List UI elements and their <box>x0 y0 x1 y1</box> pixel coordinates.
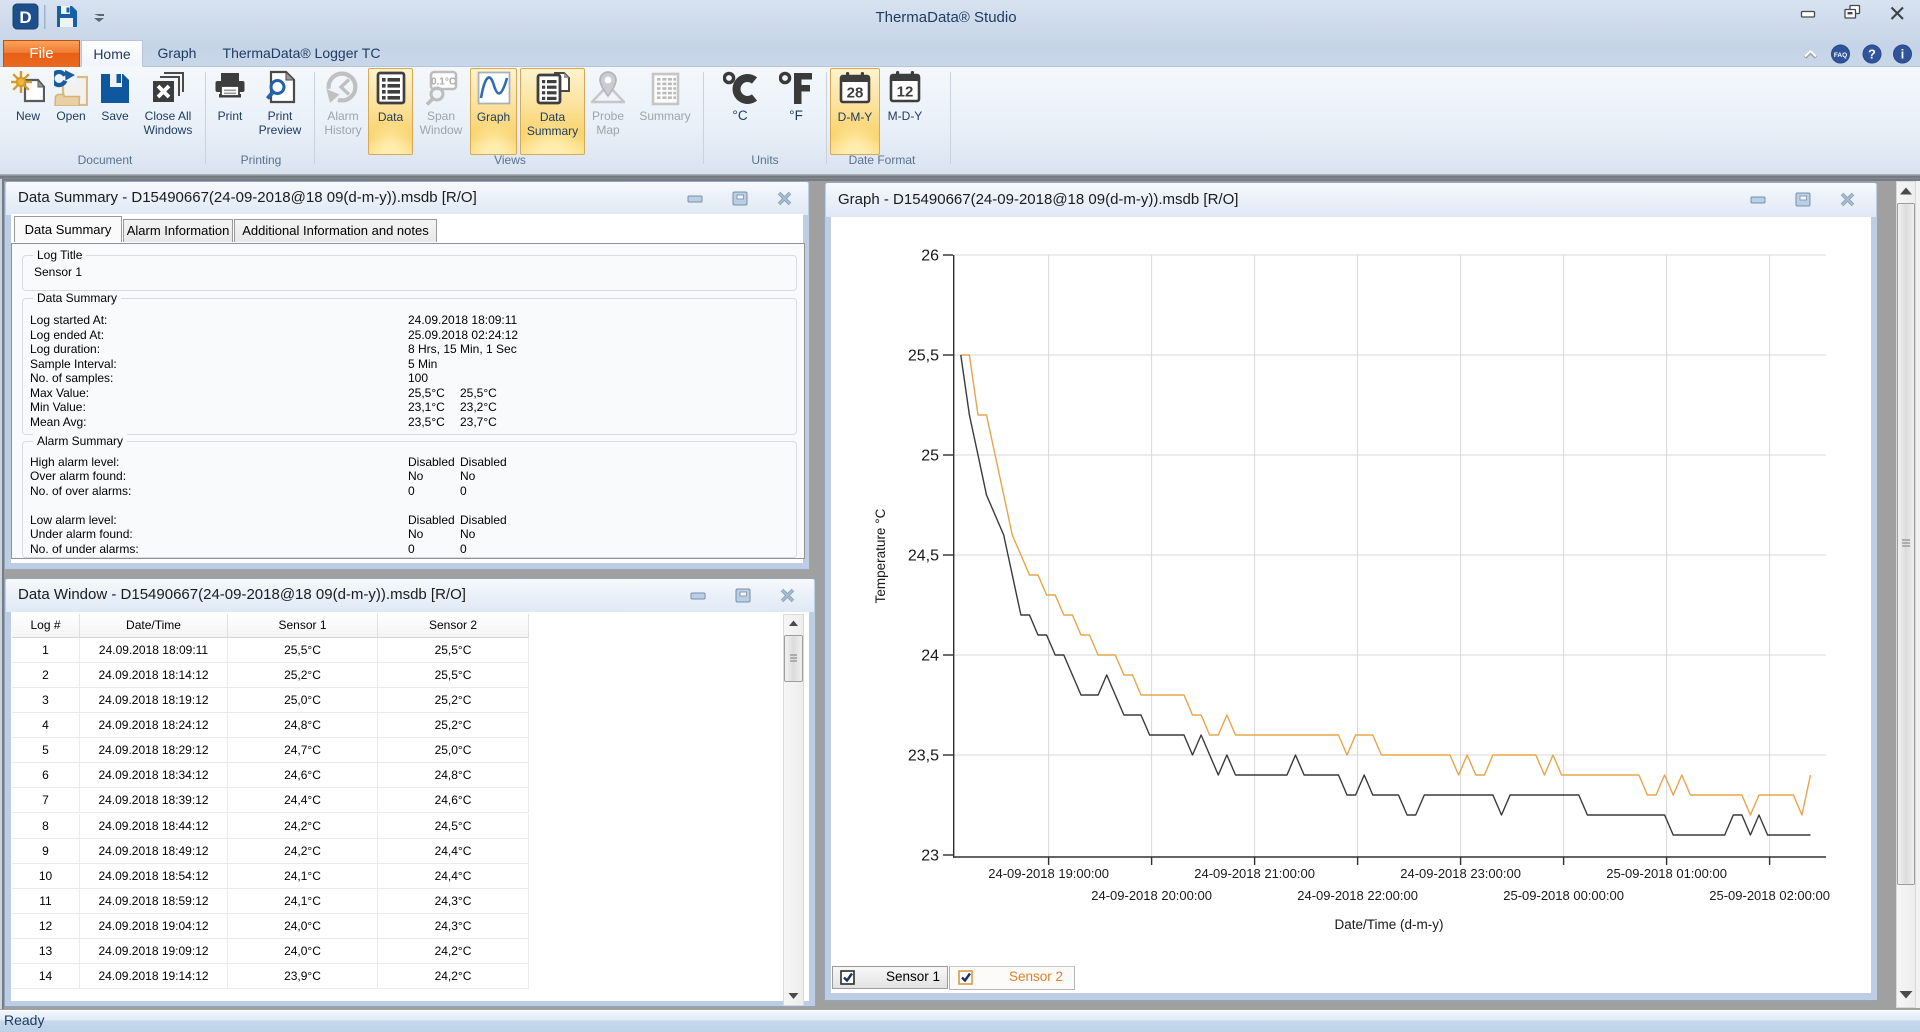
svg-text:26: 26 <box>921 248 939 265</box>
svg-text:24,5: 24,5 <box>908 548 939 565</box>
svg-text:25,5: 25,5 <box>908 348 939 365</box>
svg-text:23: 23 <box>921 848 939 865</box>
svg-text:D: D <box>19 8 31 27</box>
svg-text:24-09-2018 21:00:00: 24-09-2018 21:00:00 <box>1194 866 1315 881</box>
svg-text:i: i <box>1901 48 1904 62</box>
svg-text:0.1°C: 0.1°C <box>431 77 456 88</box>
svg-text:25-09-2018 00:00:00: 25-09-2018 00:00:00 <box>1503 888 1624 903</box>
svg-text:?: ? <box>1868 48 1876 62</box>
svg-text:24: 24 <box>921 648 939 665</box>
svg-text:25-09-2018 02:00:00: 25-09-2018 02:00:00 <box>1709 888 1830 903</box>
svg-text:24-09-2018 23:00:00: 24-09-2018 23:00:00 <box>1400 866 1521 881</box>
svg-text:24-09-2018 22:00:00: 24-09-2018 22:00:00 <box>1297 888 1418 903</box>
svg-text:12: 12 <box>897 84 914 101</box>
svg-text:25: 25 <box>921 448 939 465</box>
svg-text:23,5: 23,5 <box>908 748 939 765</box>
svg-text:FAQ: FAQ <box>1834 52 1847 59</box>
svg-text:25-09-2018 01:00:00: 25-09-2018 01:00:00 <box>1606 866 1727 881</box>
svg-text:Temperature °C: Temperature °C <box>873 508 888 603</box>
svg-text:24-09-2018 20:00:00: 24-09-2018 20:00:00 <box>1091 888 1212 903</box>
svg-text:24-09-2018 19:00:00: 24-09-2018 19:00:00 <box>988 866 1109 881</box>
svg-text:Date/Time (d-m-y): Date/Time (d-m-y) <box>1334 917 1443 932</box>
svg-text:28: 28 <box>847 85 864 102</box>
